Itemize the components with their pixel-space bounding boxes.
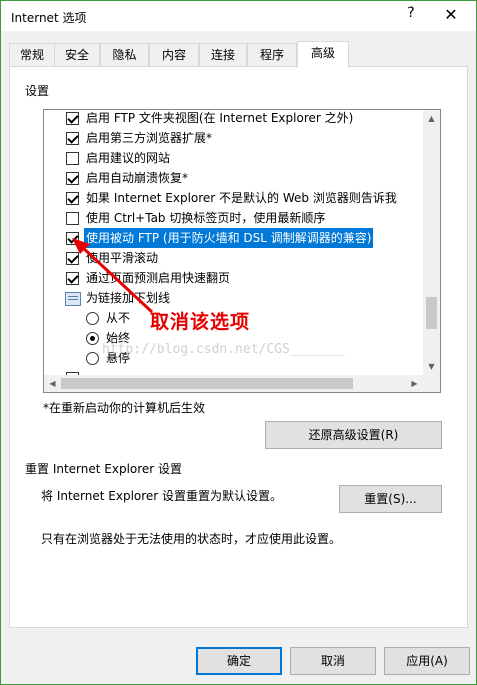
annotation-arrow-icon [72,238,154,314]
annotation-text: 取消该选项 [150,311,251,333]
tab-advanced[interactable]: 高级 [297,41,349,68]
tab-label: 高级 [310,46,335,60]
